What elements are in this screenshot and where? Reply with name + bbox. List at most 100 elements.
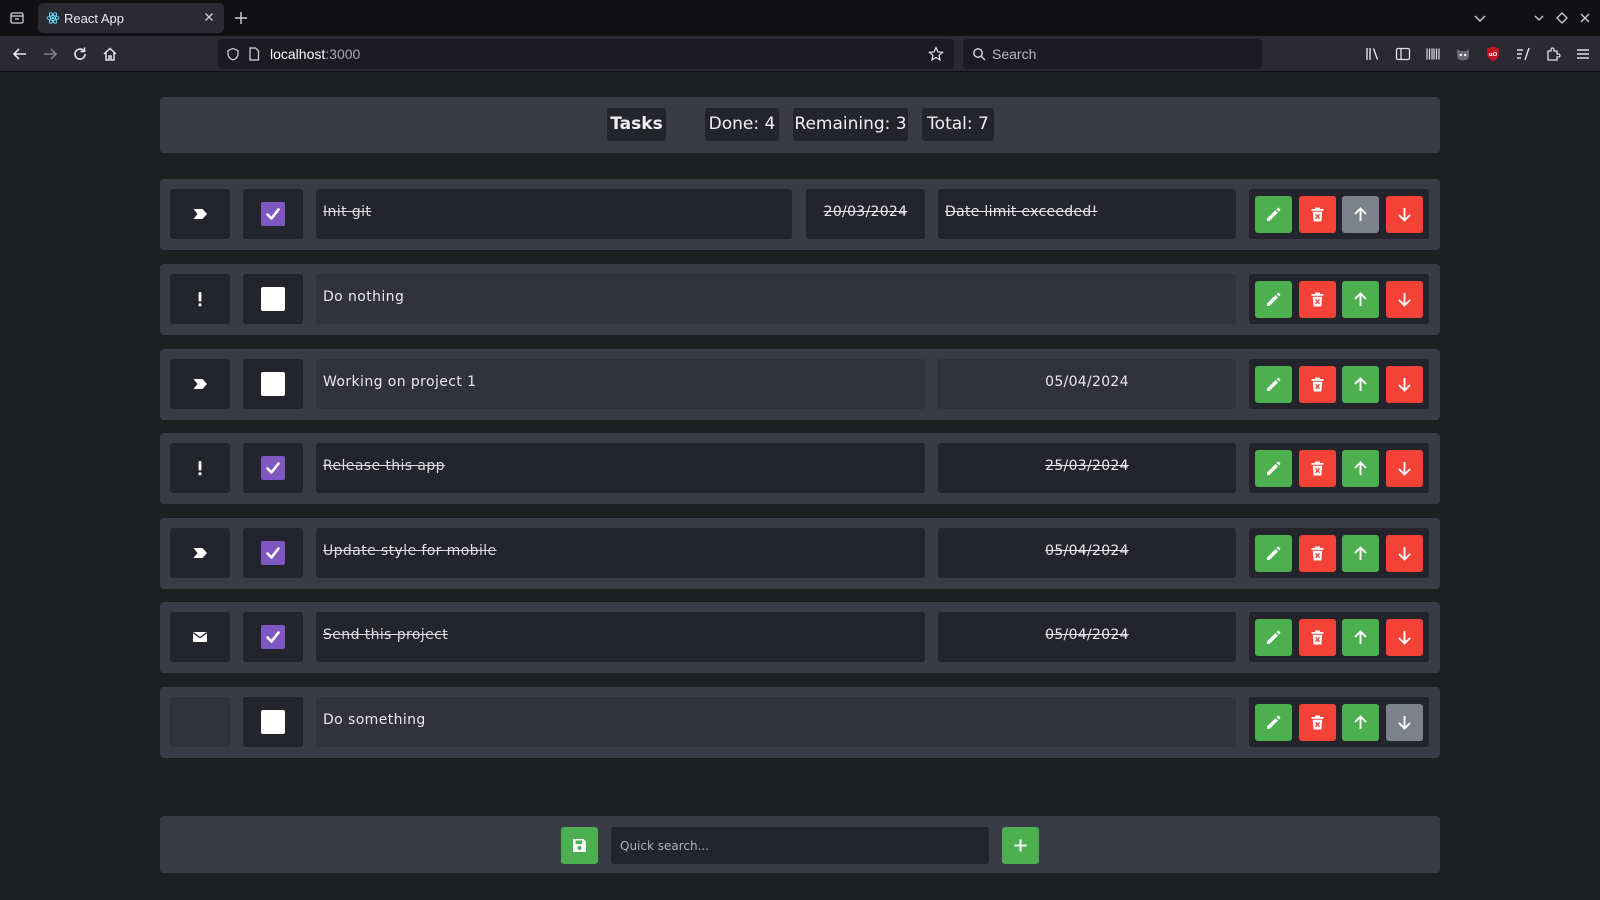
delete-button[interactable] bbox=[1299, 196, 1336, 233]
delete-button[interactable] bbox=[1299, 704, 1336, 741]
move-down-button[interactable] bbox=[1386, 281, 1423, 318]
priority-cell[interactable] bbox=[170, 359, 230, 409]
library-icon[interactable] bbox=[1364, 45, 1382, 63]
edit-button[interactable] bbox=[1255, 704, 1292, 741]
address-bar[interactable]: localhost:3000 bbox=[218, 39, 954, 69]
task-text-cell[interactable]: Working on project 1 bbox=[316, 359, 925, 409]
ublock-icon[interactable]: uO bbox=[1484, 45, 1502, 63]
shield-icon[interactable] bbox=[226, 47, 240, 61]
hamburger-menu-icon[interactable] bbox=[1574, 45, 1592, 63]
task-text-cell[interactable]: Init git bbox=[316, 189, 792, 239]
browser-nav-bar: localhost:3000 Search uO bbox=[0, 36, 1600, 72]
task-date-cell[interactable]: 05/04/2024 bbox=[938, 528, 1236, 578]
delete-button[interactable] bbox=[1299, 450, 1336, 487]
priority-cell[interactable] bbox=[170, 528, 230, 578]
tab-list-icon[interactable] bbox=[9, 10, 25, 26]
move-down-button[interactable] bbox=[1386, 704, 1423, 741]
task-actions bbox=[1249, 612, 1429, 662]
exclamation-icon bbox=[198, 292, 202, 307]
edit-button[interactable] bbox=[1255, 619, 1292, 656]
home-icon[interactable] bbox=[101, 45, 119, 63]
back-arrow-icon[interactable] bbox=[11, 45, 29, 63]
close-icon[interactable] bbox=[202, 10, 216, 24]
move-down-button[interactable] bbox=[1386, 366, 1423, 403]
delete-button[interactable] bbox=[1299, 619, 1336, 656]
delete-button[interactable] bbox=[1299, 535, 1336, 572]
window-close-icon[interactable] bbox=[1577, 10, 1593, 26]
plus-icon bbox=[1014, 839, 1027, 852]
edit-button[interactable] bbox=[1255, 366, 1292, 403]
move-up-button[interactable] bbox=[1342, 281, 1379, 318]
envelope-icon bbox=[193, 632, 207, 642]
task-text-cell[interactable]: Do something bbox=[316, 697, 1236, 747]
task-checkbox[interactable] bbox=[261, 456, 285, 480]
task-actions bbox=[1249, 274, 1429, 324]
save-button[interactable] bbox=[561, 827, 598, 864]
task-date-cell[interactable]: 25/03/2024 bbox=[938, 443, 1236, 493]
browser-search-bar[interactable]: Search bbox=[963, 39, 1262, 69]
move-up-button[interactable] bbox=[1342, 366, 1379, 403]
search-icon bbox=[973, 48, 986, 61]
task-date-cell[interactable]: 20/03/2024 bbox=[806, 189, 925, 239]
barcode-icon[interactable] bbox=[1424, 45, 1442, 63]
task-date-cell[interactable]: 05/04/2024 bbox=[938, 359, 1236, 409]
task-text-cell[interactable]: Do nothing bbox=[316, 274, 1236, 324]
edit-button[interactable] bbox=[1255, 281, 1292, 318]
task-text-cell[interactable]: Send this project bbox=[316, 612, 925, 662]
move-up-button[interactable] bbox=[1342, 535, 1379, 572]
add-task-button[interactable] bbox=[1002, 827, 1039, 864]
checkmark-icon bbox=[266, 208, 280, 220]
tag-icon bbox=[193, 379, 207, 389]
maximize-icon[interactable] bbox=[1554, 10, 1570, 26]
edit-button[interactable] bbox=[1255, 450, 1292, 487]
move-up-button[interactable] bbox=[1342, 619, 1379, 656]
edit-button[interactable] bbox=[1255, 196, 1292, 233]
task-checkbox[interactable] bbox=[261, 710, 285, 734]
delete-button[interactable] bbox=[1299, 281, 1336, 318]
task-date-cell[interactable]: 05/04/2024 bbox=[938, 612, 1236, 662]
edit-button[interactable] bbox=[1255, 535, 1292, 572]
new-tab-icon[interactable] bbox=[233, 10, 249, 26]
bookmark-star-icon[interactable] bbox=[928, 46, 944, 62]
priority-cell[interactable] bbox=[170, 443, 230, 493]
priority-cell[interactable] bbox=[170, 612, 230, 662]
task-text: Send this project bbox=[323, 627, 449, 643]
done-count: Done: 4 bbox=[705, 108, 779, 141]
reload-icon[interactable] bbox=[71, 45, 89, 63]
page-icon[interactable] bbox=[248, 47, 260, 61]
move-down-button[interactable] bbox=[1386, 196, 1423, 233]
minimize-icon[interactable] bbox=[1531, 10, 1547, 26]
task-checkbox[interactable] bbox=[261, 372, 285, 396]
quick-search-input[interactable] bbox=[611, 827, 989, 864]
task-date: 20/03/2024 bbox=[823, 204, 908, 220]
extension-mask-icon[interactable] bbox=[1454, 45, 1472, 63]
delete-button[interactable] bbox=[1299, 366, 1336, 403]
browser-tab-active[interactable]: React App bbox=[38, 3, 224, 33]
sidebar-icon[interactable] bbox=[1394, 45, 1412, 63]
move-up-button[interactable] bbox=[1342, 704, 1379, 741]
priority-cell[interactable] bbox=[170, 274, 230, 324]
pencil-icon bbox=[1267, 461, 1281, 475]
priority-cell[interactable] bbox=[170, 189, 230, 239]
task-text-cell[interactable]: Release this app bbox=[316, 443, 925, 493]
exclamation-icon bbox=[198, 461, 202, 476]
task-checkbox-cell bbox=[243, 189, 303, 239]
task-checkbox[interactable] bbox=[261, 625, 285, 649]
chevron-down-icon[interactable] bbox=[1472, 10, 1488, 26]
task-checkbox[interactable] bbox=[261, 202, 285, 226]
trash-icon bbox=[1311, 630, 1324, 645]
total-count: Total: 7 bbox=[922, 108, 994, 141]
move-up-button[interactable] bbox=[1342, 450, 1379, 487]
priority-cell[interactable] bbox=[170, 697, 230, 747]
forward-arrow-icon[interactable] bbox=[41, 45, 59, 63]
move-down-button[interactable] bbox=[1386, 535, 1423, 572]
trash-icon bbox=[1311, 292, 1324, 307]
task-checkbox[interactable] bbox=[261, 541, 285, 565]
move-up-button[interactable] bbox=[1342, 196, 1379, 233]
move-down-button[interactable] bbox=[1386, 619, 1423, 656]
move-down-button[interactable] bbox=[1386, 450, 1423, 487]
extensions-puzzle-icon[interactable] bbox=[1544, 45, 1562, 63]
reader-tool-icon[interactable] bbox=[1514, 45, 1532, 63]
task-text-cell[interactable]: Update style for mobile bbox=[316, 528, 925, 578]
task-checkbox[interactable] bbox=[261, 287, 285, 311]
